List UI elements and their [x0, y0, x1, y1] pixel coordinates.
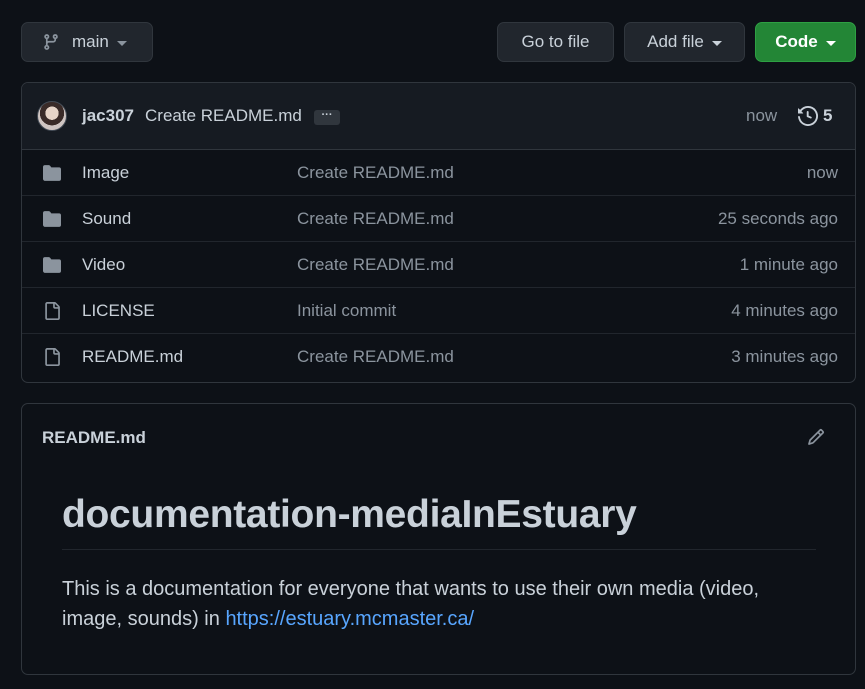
file-name-link[interactable]: Video [82, 255, 125, 275]
file-time: 4 minutes ago [731, 301, 838, 320]
pencil-icon[interactable] [807, 428, 825, 446]
readme-heading: documentation-mediaInEstuary [62, 493, 816, 550]
file-name-link[interactable]: Image [82, 163, 129, 183]
file-commit-link[interactable]: Create README.md [297, 255, 454, 275]
latest-commit-bar: jac307 Create README.md ··· now 5 [22, 83, 855, 150]
chevron-down-icon [825, 40, 836, 46]
file-commit-link[interactable]: Create README.md [297, 209, 454, 229]
commit-time: now [746, 106, 778, 125]
file-row[interactable]: LICENSE Initial commit 4 minutes ago [22, 288, 855, 334]
readme-filename[interactable]: README.md [42, 428, 146, 448]
folder-icon [43, 211, 61, 227]
go-to-file-button[interactable]: Go to file [497, 22, 614, 62]
file-browser: jac307 Create README.md ··· now 5 Image … [21, 82, 856, 383]
file-row[interactable]: README.md Create README.md 3 minutes ago [22, 334, 855, 380]
branch-selector-button[interactable]: main [21, 22, 153, 62]
branch-label: main [72, 32, 109, 51]
add-file-label: Add file [647, 32, 704, 51]
file-name-link[interactable]: Sound [82, 209, 131, 229]
code-label: Code [775, 32, 818, 51]
folder-icon [43, 257, 61, 273]
file-row[interactable]: Image Create README.md now [22, 150, 855, 196]
chevron-down-icon [116, 40, 127, 46]
commit-message-link[interactable]: Create README.md [145, 106, 302, 126]
file-icon [45, 302, 60, 320]
go-to-file-label: Go to file [521, 32, 590, 51]
file-row[interactable]: Video Create README.md 1 minute ago [22, 242, 855, 288]
git-branch-icon [44, 34, 58, 50]
file-time: now [806, 163, 838, 182]
avatar[interactable] [37, 101, 67, 131]
readme-panel: README.md documentation-mediaInEstuary T… [21, 403, 856, 675]
file-name-link[interactable]: LICENSE [82, 301, 155, 321]
chevron-down-icon [711, 40, 722, 46]
file-time: 1 minute ago [739, 255, 838, 274]
file-name-link[interactable]: README.md [82, 347, 183, 367]
file-commit-link[interactable]: Initial commit [297, 301, 396, 321]
commit-author-link[interactable]: jac307 [82, 106, 134, 126]
file-row[interactable]: Sound Create README.md 25 seconds ago [22, 196, 855, 242]
code-button[interactable]: Code [755, 22, 856, 62]
commit-expand-button[interactable]: ··· [314, 110, 340, 125]
commit-history-count[interactable]: 5 [823, 106, 832, 126]
file-time: 25 seconds ago [717, 209, 838, 228]
file-icon [45, 348, 60, 366]
folder-icon [43, 165, 61, 181]
file-commit-link[interactable]: Create README.md [297, 347, 454, 367]
history-icon[interactable] [798, 106, 818, 126]
estuary-link[interactable]: https://estuary.mcmaster.ca/ [225, 608, 474, 630]
readme-paragraph: This is a documentation for everyone tha… [62, 574, 822, 634]
file-time: 3 minutes ago [731, 347, 838, 366]
file-commit-link[interactable]: Create README.md [297, 163, 454, 183]
add-file-button[interactable]: Add file [624, 22, 745, 62]
